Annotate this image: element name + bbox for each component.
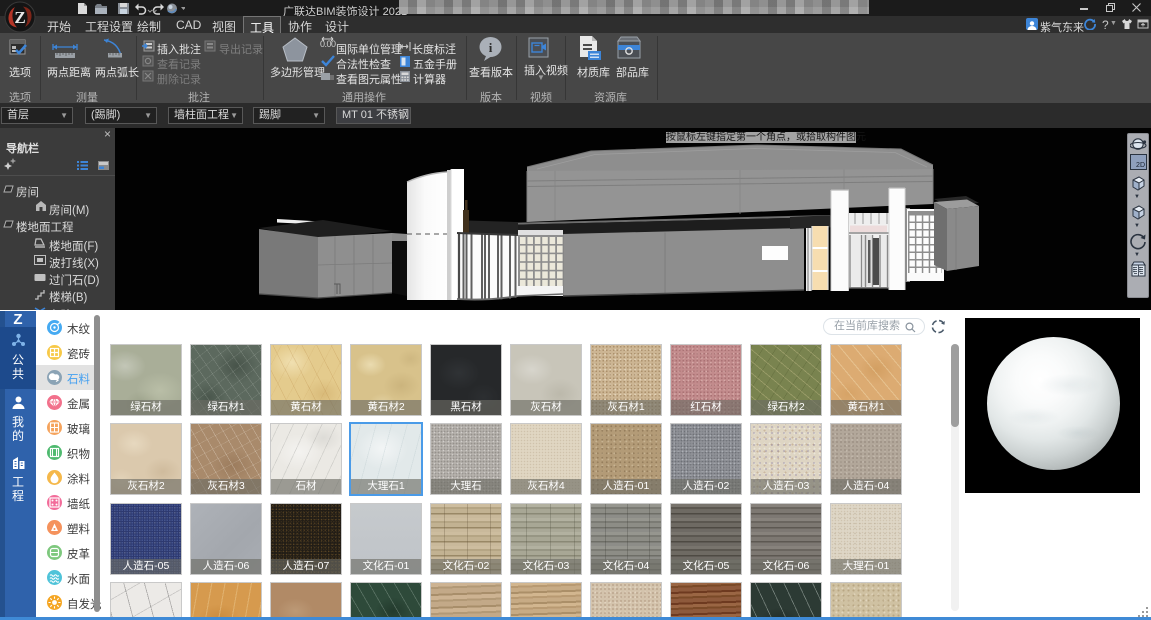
svg-text:i: i: [489, 40, 493, 55]
svg-text:Z: Z: [14, 8, 25, 27]
